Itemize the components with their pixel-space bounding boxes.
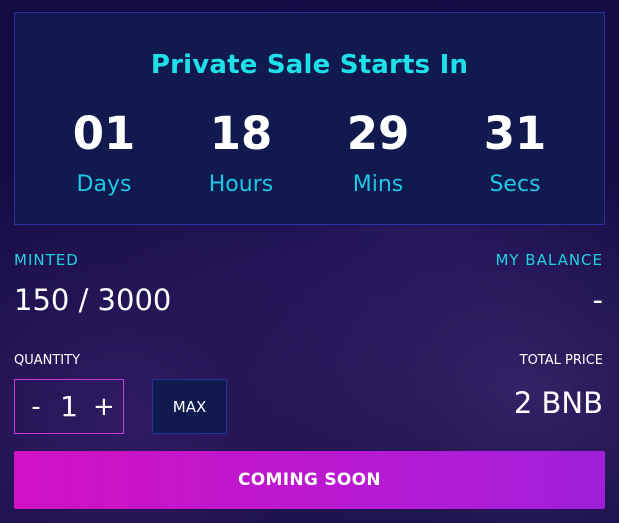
total-price-label: TOTAL PRICE [519, 353, 603, 368]
quantity-label: QUANTITY [14, 353, 81, 368]
countdown-secs: 31 Secs [455, 109, 575, 198]
hours-value: 18 [209, 107, 273, 160]
mins-value: 29 [346, 107, 410, 160]
minted-label: MINTED [14, 251, 79, 269]
quantity-value: 1 [60, 390, 78, 423]
days-label: Days [76, 172, 132, 197]
decrement-button[interactable]: - [27, 394, 45, 420]
countdown-title: Private Sale Starts In [150, 50, 469, 80]
days-value: 01 [72, 107, 136, 160]
secs-label: Secs [489, 172, 541, 197]
quantity-stepper: - 1 + [14, 379, 124, 434]
countdown-panel: Private Sale Starts In 01 Days 18 Hours … [14, 12, 605, 225]
hours-label: Hours [208, 172, 274, 197]
total-price-value: 2 BNB [513, 386, 603, 420]
coming-soon-button[interactable]: COMING SOON [14, 451, 605, 509]
countdown-days: 01 Days [44, 109, 164, 198]
mins-label: Mins [352, 172, 404, 197]
countdown-hours: 18 Hours [181, 109, 301, 198]
minted-value: 150 / 3000 [14, 283, 172, 317]
balance-label: MY BALANCE [495, 251, 603, 269]
max-button[interactable]: MAX [152, 379, 227, 434]
countdown-mins: 29 Mins [318, 109, 438, 198]
increment-button[interactable]: + [93, 394, 115, 420]
balance-value: - [592, 283, 603, 317]
secs-value: 31 [483, 107, 547, 160]
